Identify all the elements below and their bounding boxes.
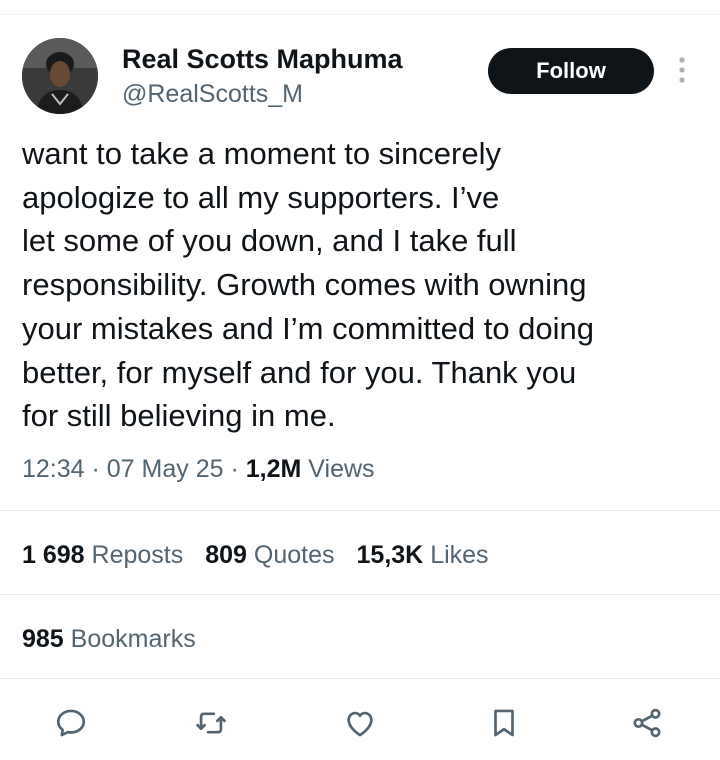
tweet-date[interactable]: 07 May 25: [107, 455, 224, 483]
avatar[interactable]: [22, 38, 98, 114]
author-names: Real Scotts Maphuma @RealScotts_M: [122, 42, 403, 110]
reposts-stat[interactable]: 1 698 Reposts: [22, 537, 183, 573]
quotes-count: 809: [205, 541, 247, 569]
tweet-header: Real Scotts Maphuma @RealScotts_M Follow: [22, 38, 702, 118]
likes-stat[interactable]: 15,3K Likes: [357, 537, 489, 573]
tweet-text: want to take a moment to sincerely apolo…: [22, 136, 595, 434]
like-icon[interactable]: [337, 700, 383, 746]
author-handle[interactable]: @RealScotts_M: [122, 78, 403, 110]
profile-photo-icon: [22, 38, 98, 114]
divider: [0, 510, 720, 511]
share-icon[interactable]: [624, 700, 670, 746]
reply-icon[interactable]: [48, 700, 94, 746]
tweet-meta: 12:34 · 07 May 25 · 1,2M Views: [22, 451, 375, 487]
bookmarks-stat[interactable]: 985 Bookmarks: [22, 621, 196, 657]
reposts-label: Reposts: [91, 541, 184, 569]
views-count: 1,2M: [245, 455, 302, 483]
repost-icon[interactable]: [188, 700, 234, 746]
meta-separator: ·: [84, 455, 107, 483]
likes-count: 15,3K: [356, 541, 424, 569]
author-display-name[interactable]: Real Scotts Maphuma: [122, 42, 403, 76]
action-bar: [0, 700, 720, 746]
tweet-time[interactable]: 12:34: [22, 455, 85, 483]
reposts-count: 1 698: [22, 541, 85, 569]
bookmarks-count: 985: [22, 625, 64, 653]
bookmarks-label: Bookmarks: [70, 625, 196, 653]
follow-button[interactable]: Follow: [488, 48, 654, 94]
meta-separator: ·: [223, 455, 246, 483]
divider: [0, 678, 720, 679]
divider: [0, 594, 720, 595]
bookmark-icon[interactable]: [481, 700, 527, 746]
top-divider: [0, 14, 720, 15]
views-label: Views: [301, 455, 375, 483]
more-options-icon[interactable]: [670, 52, 694, 88]
engagement-stats: 1 698 Reposts 809 Quotes 15,3K Likes: [22, 537, 511, 573]
likes-label: Likes: [430, 541, 489, 569]
quotes-stat[interactable]: 809 Quotes: [205, 537, 334, 573]
quotes-label: Quotes: [253, 541, 335, 569]
